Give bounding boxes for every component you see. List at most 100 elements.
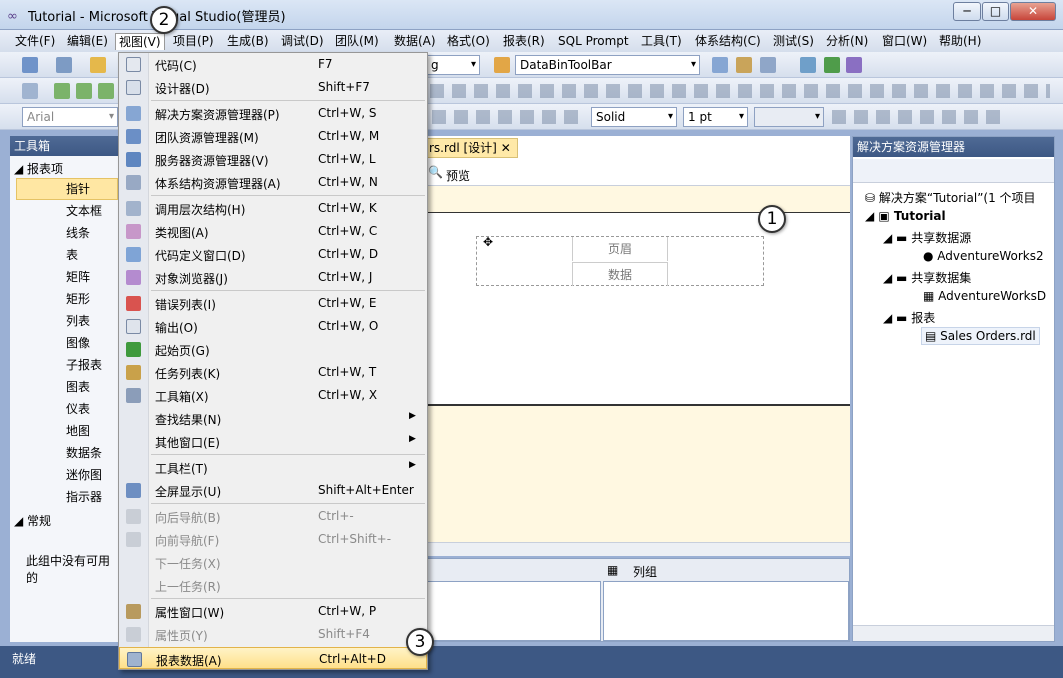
designer-tab[interactable]: rs.rdl [设计] ✕ xyxy=(426,138,518,158)
menu-item-code-definition[interactable]: 代码定义窗口(D) Ctrl+W, D xyxy=(119,243,427,266)
toolbox-item[interactable]: 地图 xyxy=(66,420,90,442)
format-toolbar-icons[interactable] xyxy=(432,110,582,124)
menu-window[interactable]: 窗口(W) xyxy=(879,33,930,50)
menu-item-other-windows[interactable]: 其他窗口(E) ▶ xyxy=(119,430,427,453)
menu-architecture[interactable]: 体系结构(C) xyxy=(692,33,764,50)
new-project-icon[interactable] xyxy=(22,57,38,73)
maximize-button[interactable]: □ xyxy=(982,2,1009,21)
row-group-box[interactable] xyxy=(427,581,601,641)
menu-item-task-list[interactable]: 任务列表(K) Ctrl+W, T xyxy=(119,361,427,384)
format-toolbar-icons-right[interactable] xyxy=(832,110,1002,124)
menu-format[interactable]: 格式(O) xyxy=(444,33,493,50)
preview-tab[interactable]: 预览 xyxy=(446,167,470,184)
shared-datasources-node[interactable]: ◢ ▬ 共享数据源 xyxy=(883,229,971,246)
toolbox-item[interactable]: 子报表 xyxy=(66,354,102,376)
open-icon[interactable] xyxy=(90,57,106,73)
toolbox-section-general[interactable]: ◢ 常规 xyxy=(14,512,51,529)
column-group-box[interactable] xyxy=(603,581,849,641)
menu-item-output[interactable]: 输出(O) Ctrl+W, O xyxy=(119,315,427,338)
menu-file[interactable]: 文件(F) xyxy=(12,33,58,50)
toolbox-item[interactable]: 矩阵 xyxy=(66,266,90,288)
menu-item-find-results[interactable]: 查找结果(N) ▶ xyxy=(119,407,427,430)
toolbox-item[interactable]: 图表 xyxy=(66,376,90,398)
config-combo[interactable]: g xyxy=(426,55,480,75)
properties-icon[interactable] xyxy=(736,57,752,73)
menu-item-architecture-explorer[interactable]: 体系结构资源管理器(A) Ctrl+W, N xyxy=(119,171,427,194)
menu-item-properties-window[interactable]: 属性窗口(W) Ctrl+W, P xyxy=(119,600,427,623)
table-header-cell[interactable]: 页眉 xyxy=(572,237,668,261)
menu-item-toolbars[interactable]: 工具栏(T) ▶ xyxy=(119,456,427,479)
run-icon[interactable] xyxy=(54,83,70,99)
toolbox-item[interactable]: 表 xyxy=(66,244,78,266)
menu-item-full-screen[interactable]: 全屏显示(U) Shift+Alt+Enter xyxy=(119,479,427,502)
menu-help[interactable]: 帮助(H) xyxy=(936,33,984,50)
databin-combo[interactable]: DataBinToolBar xyxy=(515,55,700,75)
toolbox-section-report[interactable]: ◢ 报表项 xyxy=(14,160,63,177)
menu-item-team-explorer[interactable]: 团队资源管理器(M) Ctrl+W, M xyxy=(119,125,427,148)
menu-report[interactable]: 报表(R) xyxy=(500,33,548,50)
close-button[interactable]: ✕ xyxy=(1010,2,1056,21)
solution-hscrollbar[interactable] xyxy=(853,625,1054,641)
toolbox-item[interactable]: 数据条 xyxy=(66,442,102,464)
font-combo[interactable]: Arial xyxy=(22,107,118,127)
menu-item-server-explorer[interactable]: 服务器资源管理器(V) Ctrl+W, L xyxy=(119,148,427,171)
extension-icon[interactable] xyxy=(846,57,862,73)
line-width-combo[interactable]: 1 pt xyxy=(683,107,748,127)
toolbox-item[interactable]: 指针 xyxy=(66,178,90,200)
toolbox-item[interactable]: 仪表 xyxy=(66,398,90,420)
designer-hscrollbar[interactable] xyxy=(426,542,850,556)
toolbox-item[interactable]: 矩形 xyxy=(66,288,90,310)
toolbox-item[interactable]: 指示器 xyxy=(66,486,102,508)
toolbox-item[interactable]: 线条 xyxy=(66,222,90,244)
tools-icon[interactable] xyxy=(800,57,816,73)
layout-toolbar-icons[interactable] xyxy=(430,84,1050,98)
menu-item-class-view[interactable]: 类视图(A) Ctrl+W, C xyxy=(119,220,427,243)
menu-item-toolbox[interactable]: 工具箱(X) Ctrl+W, X xyxy=(119,384,427,407)
menu-analyze[interactable]: 分析(N) xyxy=(823,33,871,50)
menu-project[interactable]: 项目(P) xyxy=(170,33,217,50)
report-item[interactable]: ▤ Sales Orders.rdl xyxy=(921,327,1040,345)
menu-item-start-page[interactable]: 起始页(G) xyxy=(119,338,427,361)
menu-tools[interactable]: 工具(T) xyxy=(638,33,685,50)
toolbox-item[interactable]: 列表 xyxy=(66,310,90,332)
menu-item-code[interactable]: 代码(C) F7 xyxy=(119,53,427,76)
solution-explorer-icon[interactable] xyxy=(712,57,728,73)
menu-debug[interactable]: 调试(D) xyxy=(278,33,327,50)
menu-item-designer[interactable]: 设计器(D) Shift+F7 xyxy=(119,76,427,99)
menu-view[interactable]: 视图(V) xyxy=(115,33,165,50)
move-handle-icon[interactable]: ✥ xyxy=(483,235,493,249)
menu-edit[interactable]: 编辑(E) xyxy=(64,33,111,50)
table-data-cell[interactable]: 数据 xyxy=(572,262,668,286)
line-style-combo[interactable]: Solid xyxy=(591,107,677,127)
menu-sql-prompt[interactable]: SQL Prompt xyxy=(555,33,632,50)
run-all-icon[interactable] xyxy=(76,83,92,99)
line-color-combo[interactable] xyxy=(754,107,824,127)
table-tablix[interactable]: 页眉 数据 ✥ xyxy=(476,235,764,286)
minimize-button[interactable]: ─ xyxy=(953,2,981,21)
debug-icon[interactable] xyxy=(98,83,114,99)
menu-item-report-data[interactable]: 报表数据(A) Ctrl+Alt+D xyxy=(119,647,427,669)
toolbox-item[interactable]: 迷你图 xyxy=(66,464,102,486)
menu-item-call-hierarchy[interactable]: 调用层次结构(H) Ctrl+W, K xyxy=(119,197,427,220)
project-node[interactable]: ◢ ▣ Tutorial xyxy=(865,209,946,223)
dataset-item[interactable]: ▦ AdventureWorksD xyxy=(923,289,1046,303)
shared-datasets-node[interactable]: ◢ ▬ 共享数据集 xyxy=(883,269,971,286)
toolbox-item[interactable]: 图像 xyxy=(66,332,90,354)
menu-item-object-browser[interactable]: 对象浏览器(J) Ctrl+W, J xyxy=(119,266,427,289)
menu-item-solution-explorer[interactable]: 解决方案资源管理器(P) Ctrl+W, S xyxy=(119,102,427,125)
datasource-item[interactable]: ● AdventureWorks2 xyxy=(923,249,1044,263)
menu-item-error-list[interactable]: 错误列表(I) Ctrl+W, E xyxy=(119,292,427,315)
add-item-icon[interactable] xyxy=(56,57,72,73)
reports-node[interactable]: ◢ ▬ 报表 xyxy=(883,309,935,326)
solution-root[interactable]: ⛁ 解决方案“Tutorial”(1 个项目 xyxy=(865,189,1036,206)
find-icon[interactable] xyxy=(494,57,510,73)
toolbox-icon[interactable] xyxy=(760,57,776,73)
menu-test[interactable]: 测试(S) xyxy=(770,33,817,50)
menu-build[interactable]: 生成(B) xyxy=(224,33,272,50)
close-tab-icon[interactable]: ✕ xyxy=(501,141,511,155)
start-page-icon[interactable] xyxy=(824,57,840,73)
menu-team[interactable]: 团队(M) xyxy=(332,33,382,50)
toolbox-item[interactable]: 文本框 xyxy=(66,200,102,222)
menu-data[interactable]: 数据(A) xyxy=(391,33,439,50)
step-icon[interactable] xyxy=(22,83,38,99)
